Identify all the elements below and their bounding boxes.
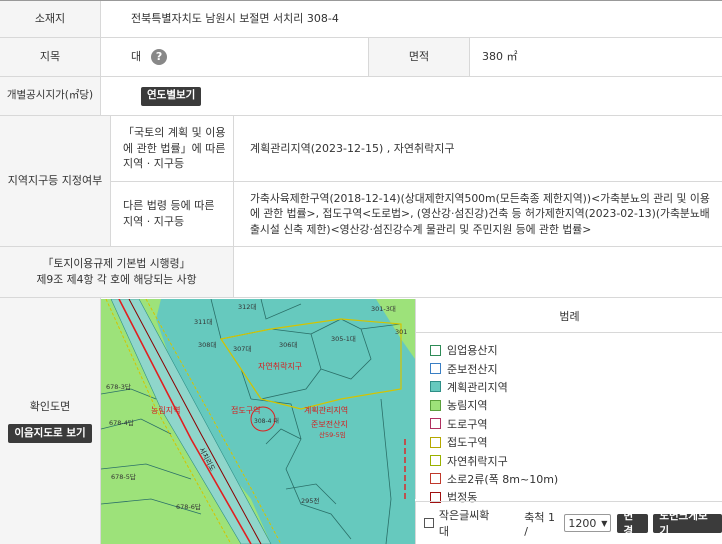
eum-map-button[interactable]: 이음지도로 보기 [8,424,92,444]
legend-swatch [430,381,441,393]
area-label: 면적 [369,38,470,77]
legend-swatch [430,473,441,485]
national-law-value: 계획관리지역(2023-12-15) , 자연취락지구 [234,116,722,182]
legend-item: 계획관리지역 [430,378,558,396]
location-value: 전북특별자치도 남원시 보절면 서치리 308-4 [101,1,722,38]
price-cell: 연도별보기 [101,77,722,116]
land-category-value: 대 [131,50,142,64]
map-controls: 작은글씨확대 축척 1 / 1200 ▼ 변경 도면크게보기 [415,501,722,544]
map-label-parcel: 305-1대 [331,335,356,343]
legend-swatch [430,399,441,411]
zone-label: 지역지구등 지정여부 [0,116,111,247]
legend-label: 준보전산지 [447,362,498,376]
map-label-parcel: 678-6답 [176,503,201,511]
location-label: 소재지 [0,1,101,38]
scale-select[interactable]: 1200 ▼ [564,514,612,532]
legend-label: 임업용산지 [447,344,498,358]
legend-swatch [430,436,441,448]
land-category-cell: 대 ? [101,38,369,77]
map-label-parcel: 678-3답 [106,383,131,391]
map-label-parcel: 312대 [238,303,256,311]
map-label-parcel: 307대 [233,345,251,353]
legend-list: 임업용산지준보전산지계획관리지역농림지역도로구역접도구역자연취락지구소로2류(폭… [430,341,558,507]
scale-label: 축척 1 / [524,510,555,538]
price-label: 개별공시지가(㎡당) [0,77,101,116]
enlarge-map-button[interactable]: 도면크게보기 [653,510,722,537]
map-label-zone: 접도구역 [231,405,260,415]
map-label-selected: 308-4 대 [254,417,279,425]
regulation-label-line2: 제9조 제4항 각 호에 해당되는 사항 [36,273,197,286]
help-icon[interactable]: ? [151,49,168,65]
map-label-parcel: 308대 [198,341,216,349]
legend-swatch [430,418,441,430]
legend-item: 도로구역 [430,415,558,433]
small-text-checkbox[interactable] [424,518,434,528]
map-label-parcel: 301 [395,328,407,336]
land-use-map[interactable]: 312대 311대 308대 307대 306대 305-1대 301-3대 3… [101,299,415,544]
other-law-value: 가축사육제한구역(2018-12-14)(상대제한지역500m(모든축종 제한지… [234,182,722,247]
legend-item: 소로2류(폭 8m~10m) [430,470,558,488]
legend-label: 소로2류(폭 8m~10m) [447,472,559,486]
legend-label: 자연취락지구 [447,454,508,468]
regulation-label: 「토지이용규제 기본법 시행령」 제9조 제4항 각 호에 해당되는 사항 [0,247,234,298]
scale-value: 1200 [568,516,597,530]
legend-item: 임업용산지 [430,341,558,359]
map-label-parcel: 311대 [194,318,212,326]
legend-label: 계획관리지역 [447,380,508,394]
chevron-down-icon: ▼ [601,518,608,528]
area-value: 380 ㎡ [470,38,722,77]
legend-title: 범례 [416,299,722,333]
legend-item: 자연취락지구 [430,451,558,469]
legend-swatch [430,344,441,356]
map-label-parcel: 678-4답 [109,419,134,427]
regulation-value [234,247,722,298]
change-scale-button[interactable]: 변경 [617,510,649,537]
regulation-label-line1: 「토지이용규제 기본법 시행령」 [42,257,191,271]
legend-label: 농림지역 [447,399,488,413]
national-law-label: 「국토의 계획 및 이용에 관한 법률」에 따른 지역 · 지구등 [111,116,234,182]
map-label-zone: 준보전산지 [311,419,348,429]
map-label: 확인도면 [29,399,71,413]
legend-item: 접도구역 [430,433,558,451]
map-svg: 312대 311대 308대 307대 306대 305-1대 301-3대 3… [101,299,415,544]
map-label-zone: 농림지역 [151,405,180,415]
legend-swatch [430,455,441,467]
legend-item: 준보전산지 [430,359,558,377]
map-label-parcel: 295전 [301,496,319,505]
legend-label: 접도구역 [447,436,488,450]
map-label-parcel: 301-3대 [371,305,396,313]
legend-swatch [430,363,441,375]
map-label-parcel: 678-5답 [111,473,136,481]
land-category-label: 지목 [0,38,101,77]
legend-panel: 범례 임업용산지준보전산지계획관리지역농림지역도로구역접도구역자연취락지구소로2… [415,299,722,504]
map-label-zone: 계획관리지역 [304,405,348,415]
land-info-table: 소재지 전북특별자치도 남원시 보절면 서치리 308-4 지목 대 ? 면적 … [0,0,722,544]
yearly-price-button[interactable]: 연도별보기 [141,86,202,106]
other-law-label: 다른 법령 등에 따른 지역 · 지구등 [111,182,234,247]
map-label-parcel: 306대 [279,341,297,349]
map-label-zone: 산59-5임 [319,430,346,439]
legend-item: 농림지역 [430,396,558,414]
legend-label: 도로구역 [447,417,488,431]
small-text-label: 작은글씨확대 [438,509,490,538]
map-label-zone: 자연취락지구 [258,361,302,371]
map-label-cell: 확인도면 이음지도로 보기 [0,298,101,544]
